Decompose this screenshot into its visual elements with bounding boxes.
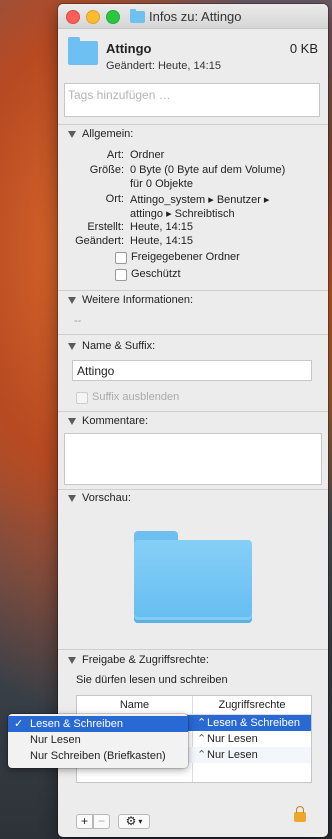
checkmark-icon: ✓ xyxy=(14,718,24,730)
locked-checkbox[interactable] xyxy=(115,269,127,281)
tags-input[interactable]: Tags hinzufügen … xyxy=(64,83,320,117)
minimize-button[interactable] xyxy=(86,10,100,24)
more-info-value: -- xyxy=(74,315,82,327)
zoom-button[interactable] xyxy=(106,10,120,24)
menu-item-read-write[interactable]: ✓ Lesen & Schreiben xyxy=(8,716,188,732)
title-bar[interactable]: Infos zu: Attingo xyxy=(58,4,328,29)
divider xyxy=(58,489,328,490)
action-menu-button[interactable]: ⚙ ▾ xyxy=(118,813,150,829)
window-title-text: Infos zu: Attingo xyxy=(149,9,242,24)
shared-folder-label: Freigegebener Ordner xyxy=(131,251,240,263)
folder-icon xyxy=(130,8,145,23)
disclosure-triangle-icon xyxy=(68,296,76,304)
modified-value: Heute, 14:15 xyxy=(130,235,193,247)
divider xyxy=(58,124,328,125)
kind-label: Art: xyxy=(106,149,124,161)
created-value: Heute, 14:15 xyxy=(130,221,193,233)
modified-label: Geändert: xyxy=(75,235,124,247)
disclosure-triangle-icon xyxy=(68,417,76,425)
name-input[interactable]: Attingo xyxy=(72,360,312,381)
menu-item-label: Nur Schreiben (Briefkasten) xyxy=(30,750,166,762)
size-label: Größe: xyxy=(89,164,124,176)
section-sharing-toggle[interactable]: Freigabe & Zugriffsrechte: xyxy=(68,654,209,666)
divider xyxy=(58,290,328,291)
disclosure-triangle-icon xyxy=(68,342,76,350)
where-value-2: attingo ▸ Schreibtisch xyxy=(130,208,235,220)
file-size: 0 KB xyxy=(289,41,318,56)
where-label: Ort: xyxy=(105,193,124,205)
info-window: Infos zu: Attingo Attingo 0 KB Geändert:… xyxy=(58,4,328,837)
size-value: 0 Byte (0 Byte auf dem Volume) xyxy=(130,164,286,176)
section-general-toggle[interactable]: Allgemein: xyxy=(68,128,133,140)
privilege-value[interactable]: Nur Lesen xyxy=(207,747,258,763)
section-preview-title: Vorschau: xyxy=(82,492,131,504)
folder-icon xyxy=(68,37,98,65)
sharing-note: Sie dürfen lesen und schreiben xyxy=(76,674,228,686)
section-general-title: Allgemein: xyxy=(82,128,134,140)
section-comments-title: Kommentare: xyxy=(82,415,149,427)
section-more-info-toggle[interactable]: Weitere Informationen: xyxy=(68,294,193,306)
disclosure-triangle-icon xyxy=(68,494,76,502)
file-name: Attingo xyxy=(106,41,152,56)
privilege-dropdown-menu: ✓ Lesen & Schreiben Nur Lesen Nur Schrei… xyxy=(8,714,188,768)
size-value-items: für 0 Objekte xyxy=(130,178,193,190)
remove-user-button[interactable]: − xyxy=(93,813,110,829)
privilege-popup-arrows-icon: ⌃ xyxy=(197,749,207,761)
file-header: Attingo 0 KB Geändert: Heute, 14:15 xyxy=(58,29,328,81)
add-user-button[interactable]: + xyxy=(76,813,93,829)
divider xyxy=(58,334,328,335)
divider xyxy=(58,411,328,412)
kind-value: Ordner xyxy=(130,149,165,161)
where-value: Attingo_system ▸ Benutzer ▸ xyxy=(130,194,270,206)
sharing-toolbar: + − ⚙ ▾ xyxy=(76,812,150,830)
disclosure-triangle-icon xyxy=(68,656,76,664)
section-sharing-title: Freigabe & Zugriffsrechte: xyxy=(82,654,209,666)
created-label: Erstellt: xyxy=(87,221,124,233)
gear-icon: ⚙ xyxy=(125,814,137,828)
window-title: Infos zu: Attingo xyxy=(130,8,242,24)
section-comments-toggle[interactable]: Kommentare: xyxy=(68,415,148,427)
menu-item-read-only[interactable]: Nur Lesen xyxy=(8,732,188,748)
disclosure-triangle-icon xyxy=(68,130,76,138)
file-modified: Geändert: Heute, 14:15 xyxy=(106,60,221,72)
shared-folder-checkbox[interactable] xyxy=(115,252,127,264)
section-preview-toggle[interactable]: Vorschau: xyxy=(68,492,131,504)
divider xyxy=(58,649,328,650)
privilege-value[interactable]: Lesen & Schreiben xyxy=(207,715,300,731)
hide-extension-checkbox[interactable] xyxy=(76,392,88,404)
chevron-down-icon: ▾ xyxy=(138,816,143,826)
hide-extension-label: Suffix ausblenden xyxy=(92,391,180,403)
lock-icon[interactable] xyxy=(294,806,306,822)
folder-preview-icon xyxy=(134,531,252,623)
privilege-popup-arrows-icon: ⌃ xyxy=(197,717,207,729)
column-header-name[interactable]: Name xyxy=(77,696,192,715)
comments-textarea[interactable] xyxy=(64,433,322,485)
column-header-privilege[interactable]: Zugriffsrechte xyxy=(193,696,311,715)
locked-label: Geschützt xyxy=(131,268,181,280)
section-name-title: Name & Suffix: xyxy=(82,340,156,352)
close-button[interactable] xyxy=(66,10,80,24)
section-name-toggle[interactable]: Name & Suffix: xyxy=(68,340,155,352)
privilege-value[interactable]: Nur Lesen xyxy=(207,731,258,747)
menu-item-label: Lesen & Schreiben xyxy=(30,718,123,730)
menu-item-write-only[interactable]: Nur Schreiben (Briefkasten) xyxy=(8,748,188,764)
privilege-popup-arrows-icon: ⌃ xyxy=(197,733,207,745)
menu-item-label: Nur Lesen xyxy=(30,734,81,746)
section-more-info-title: Weitere Informationen: xyxy=(82,294,194,306)
